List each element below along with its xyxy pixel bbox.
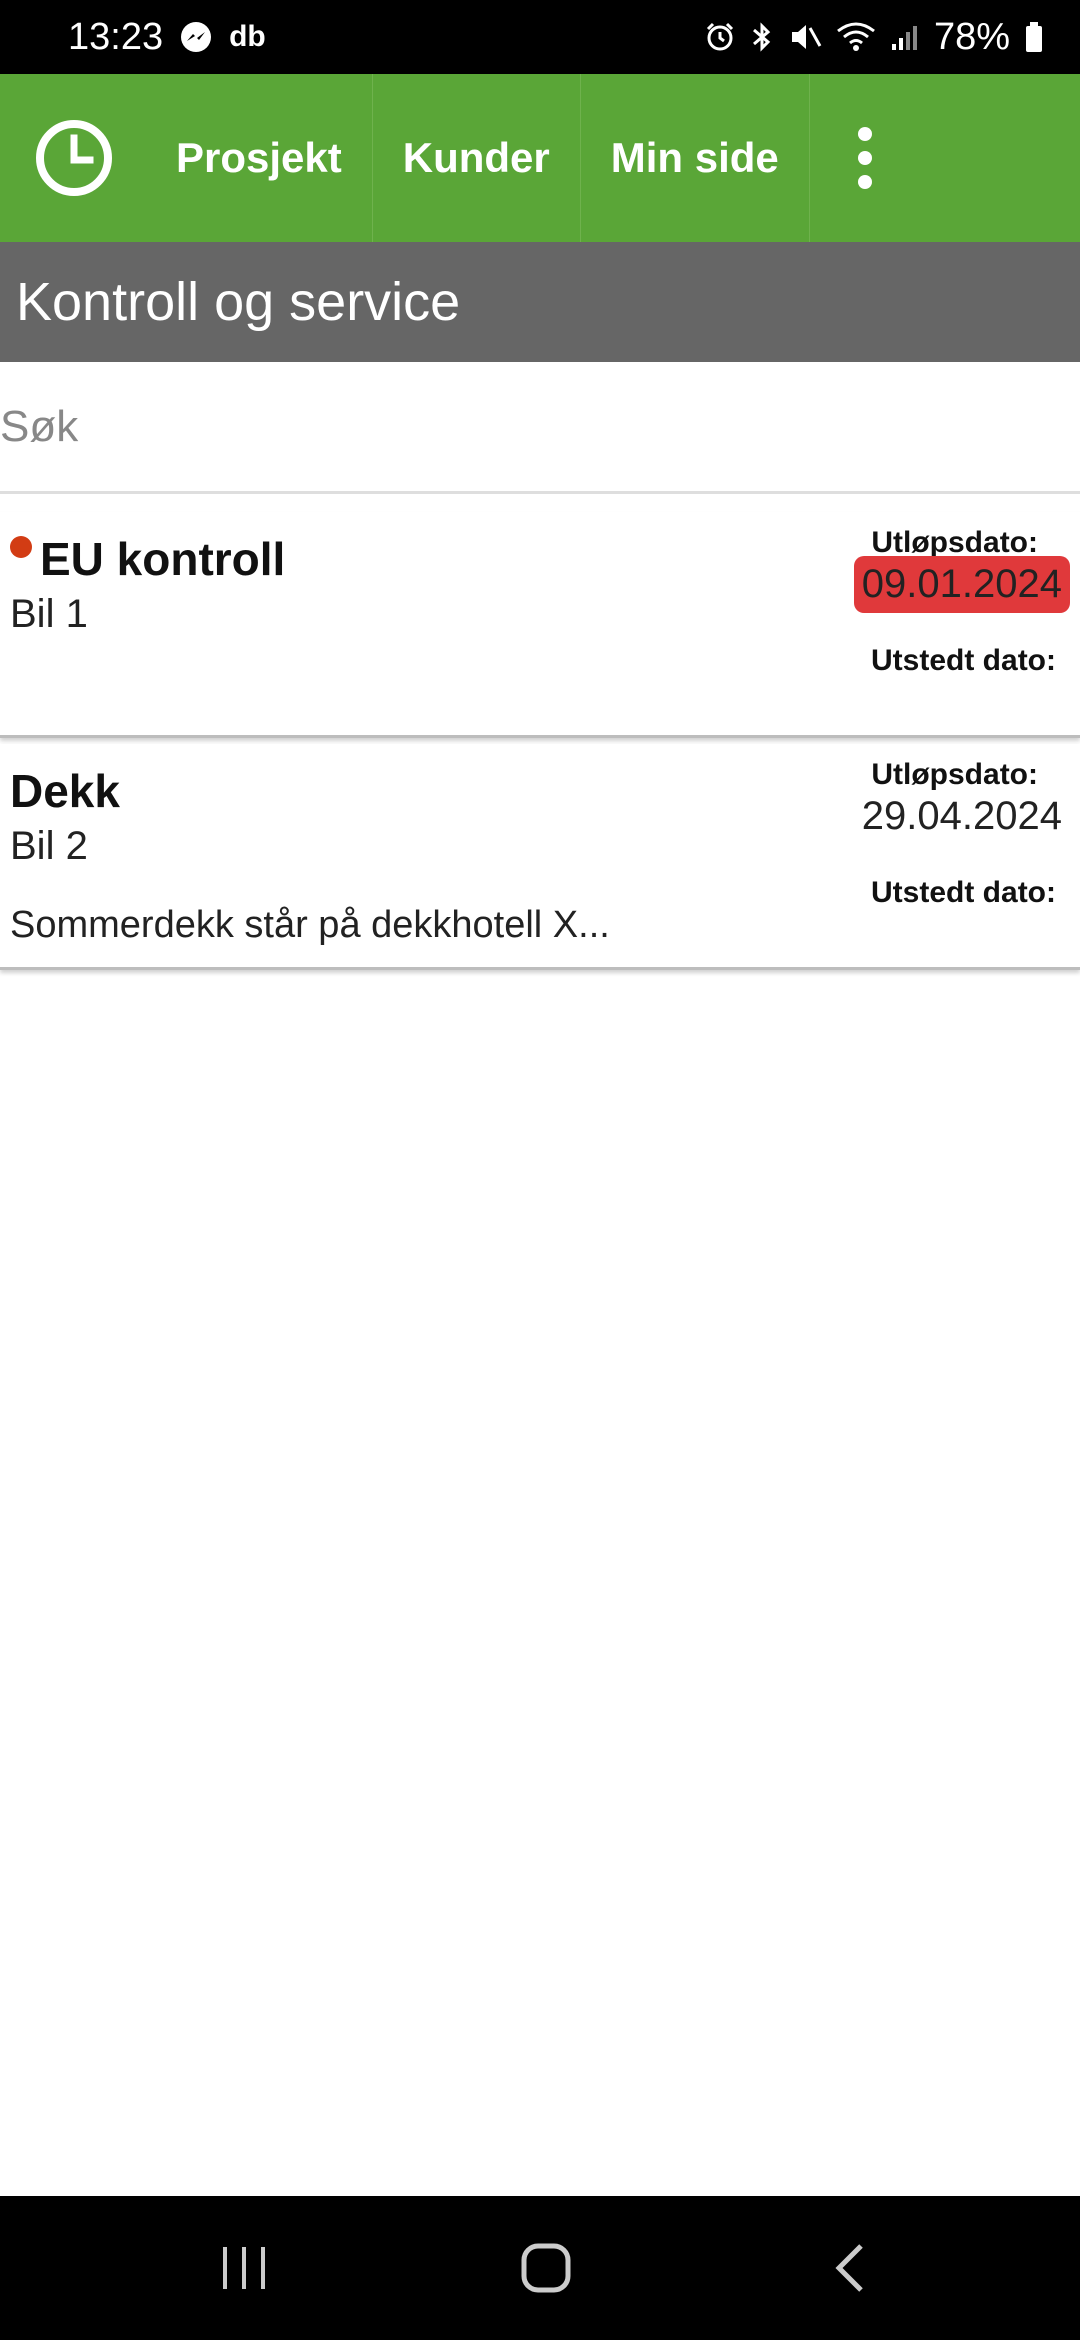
top-toolbar: Prosjekt Kunder Min side xyxy=(0,74,1080,242)
list-item[interactable]: EU kontroll Bil 1 Utløpsdato: 09.01.2024… xyxy=(0,512,1080,738)
expiry-date-badge: 09.01.2024 xyxy=(853,556,1070,613)
home-button[interactable] xyxy=(486,2196,606,2340)
title-bar: Kontroll og service xyxy=(0,242,1080,362)
item-title-row: EU kontroll xyxy=(10,532,285,586)
status-bar: 13:23 db 78% xyxy=(0,0,1080,74)
item-subtitle: Bil 1 xyxy=(10,592,88,636)
system-nav-bar xyxy=(0,2196,1080,2340)
overflow-menu-button[interactable] xyxy=(810,74,920,242)
home-icon xyxy=(521,2243,571,2293)
item-title-row: Dekk xyxy=(10,764,120,818)
status-right: 78% xyxy=(704,0,1044,74)
expiry-label: Utløpsdato: xyxy=(871,526,1038,559)
back-button[interactable] xyxy=(790,2196,910,2340)
list-item[interactable]: Dekk Bil 2 Sommerdekk står på dekkhotell… xyxy=(0,744,1080,970)
search-row xyxy=(0,362,1080,494)
page-title: Kontroll og service xyxy=(16,272,461,332)
status-time: 13:23 xyxy=(68,15,164,58)
battery-percent: 78% xyxy=(933,15,1010,58)
nav-min-side[interactable]: Min side xyxy=(581,74,810,242)
back-icon xyxy=(835,2244,863,2292)
issued-label: Utstedt dato: xyxy=(871,644,1056,677)
nav-kunder[interactable]: Kunder xyxy=(373,74,581,242)
battery-icon xyxy=(1024,21,1044,53)
wifi-icon xyxy=(836,21,876,53)
alarm-icon xyxy=(704,21,736,53)
signal-icon xyxy=(890,22,920,52)
bluetooth-icon xyxy=(750,20,774,54)
clock-icon xyxy=(36,120,112,196)
expiry-date: 29.04.2024 xyxy=(861,794,1062,838)
clock-button[interactable] xyxy=(0,74,148,242)
mute-icon xyxy=(788,20,822,54)
status-left: 13:23 db xyxy=(68,0,266,74)
nav-prosjekt[interactable]: Prosjekt xyxy=(148,74,373,242)
item-note: Sommerdekk står på dekkhotell X... xyxy=(10,904,610,946)
overdue-indicator-dot xyxy=(10,536,32,558)
item-subtitle: Bil 2 xyxy=(10,824,88,868)
more-vertical-icon xyxy=(857,127,872,189)
search-input[interactable] xyxy=(0,362,1080,491)
item-title: Dekk xyxy=(10,765,120,817)
messenger-icon xyxy=(179,20,213,54)
issued-label: Utstedt dato: xyxy=(871,876,1056,909)
recent-apps-icon xyxy=(223,2247,265,2289)
expiry-label: Utløpsdato: xyxy=(871,758,1038,791)
item-title: EU kontroll xyxy=(40,533,286,585)
status-notification-text: db xyxy=(229,20,266,53)
recent-apps-button[interactable] xyxy=(184,2196,304,2340)
